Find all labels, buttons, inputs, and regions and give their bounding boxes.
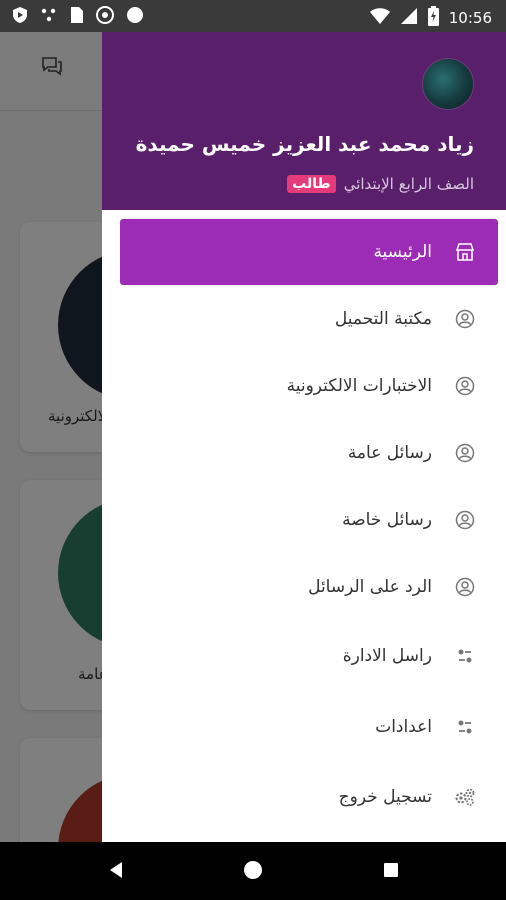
chrome-icon: [96, 6, 114, 28]
user-subtitle: طالب الصف الرابع الإبتدائي: [287, 175, 474, 193]
user-name: زياد محمد عبد العزيز خميس حميدة: [135, 132, 474, 156]
menu-item-logout[interactable]: تسجيل خروج: [120, 764, 498, 830]
gears-icon: [454, 786, 476, 808]
user-circle-icon: [454, 308, 476, 330]
menu-item-label: رسائل عامة: [347, 443, 432, 463]
user-circle-icon: [454, 375, 476, 397]
toggle-icon: [454, 716, 476, 738]
circle-icon: [126, 6, 144, 28]
toggle-icon: [454, 645, 476, 667]
dots-icon: [40, 6, 58, 28]
menu-item-label: تسجيل خروج: [338, 787, 432, 807]
status-bar: 10:56: [0, 0, 506, 32]
menu-item-label: الرئيسية: [373, 242, 432, 262]
menu-item-reply-messages[interactable]: الرد على الرسائل: [120, 554, 498, 620]
drawer-header: زياد محمد عبد العزيز خميس حميدة طالب الص…: [102, 32, 506, 210]
menu-item-download-library[interactable]: مكتبة التحميل: [120, 286, 498, 352]
menu-item-label: الرد على الرسائل: [308, 577, 432, 597]
menu-item-contact-admin[interactable]: راسل الادارة: [120, 623, 498, 689]
back-icon[interactable]: [108, 861, 124, 883]
home-icon[interactable]: [244, 861, 262, 879]
sim-card-icon: [70, 6, 84, 28]
menu-item-general-messages[interactable]: رسائل عامة: [120, 420, 498, 486]
user-circle-icon: [454, 576, 476, 598]
menu-item-label: رسائل خاصة: [342, 510, 432, 530]
menu-item-home[interactable]: الرئيسية: [120, 219, 498, 285]
menu-item-label: مكتبة التحميل: [334, 309, 432, 329]
menu-item-online-tests[interactable]: الاختبارات الالكترونية: [120, 353, 498, 419]
role-badge: طالب: [287, 175, 336, 193]
status-time: 10:56: [448, 9, 492, 27]
menu-item-private-messages[interactable]: رسائل خاصة: [120, 487, 498, 553]
battery-icon: [427, 6, 439, 30]
grade-label: الصف الرابع الإبتدائي: [343, 175, 474, 193]
wifi-icon: [369, 8, 390, 28]
menu-item-label: راسل الادارة: [342, 646, 432, 666]
recents-icon[interactable]: [384, 863, 398, 877]
avatar[interactable]: [422, 58, 474, 110]
store-icon: [454, 241, 476, 263]
user-circle-icon: [454, 509, 476, 531]
menu-item-settings[interactable]: اعدادات: [120, 694, 498, 760]
navigation-drawer: زياد محمد عبد العزيز خميس حميدة طالب الص…: [102, 32, 506, 842]
navigation-bar: [0, 842, 506, 900]
user-circle-icon: [454, 442, 476, 464]
shield-icon: [12, 6, 28, 28]
menu-item-label: الاختبارات الالكترونية: [286, 376, 432, 396]
menu-item-label: اعدادات: [375, 717, 432, 737]
signal-icon: [400, 7, 418, 29]
